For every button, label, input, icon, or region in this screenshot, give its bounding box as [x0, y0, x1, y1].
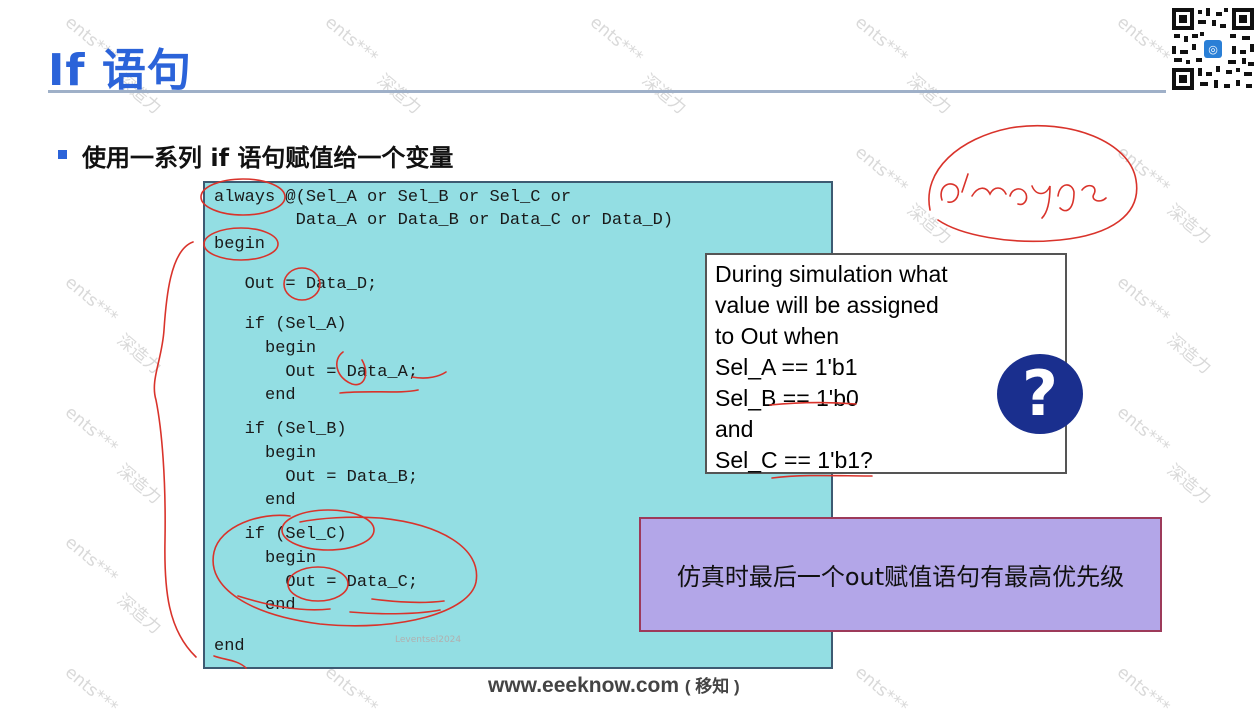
footer-site: www.eeeknow.com: [488, 674, 679, 697]
watermark: ents***: [320, 12, 382, 68]
watermark: ents***: [850, 662, 912, 718]
question-line: to Out when: [715, 323, 840, 349]
watermark: ents***: [1112, 142, 1174, 198]
watermark: ents***: [585, 12, 647, 68]
code-line: begin: [214, 339, 317, 358]
code-line: end: [214, 596, 296, 615]
bullet-text: 使用一系列 if 语句赋值给一个变量: [82, 144, 454, 172]
question-line: During simulation what: [715, 261, 948, 287]
watermark: ents***: [1112, 272, 1174, 328]
svg-text:◎: ◎: [1208, 43, 1218, 56]
question-line: Sel_C == 1'b1?: [715, 447, 873, 473]
watermark: 深造力: [1162, 330, 1215, 379]
footer-cn: ( 移知 ): [684, 677, 740, 696]
footer: www.eeeknow.com ( 移知 ): [488, 672, 740, 698]
watermark: 深造力: [112, 460, 165, 509]
question-line: value will be assigned: [715, 292, 939, 318]
watermark: 深造力: [112, 330, 165, 379]
code-line: Out = Data_C;: [214, 573, 419, 592]
watermark: ents***: [850, 142, 912, 198]
watermark: ents***: [60, 532, 122, 588]
bullet-marker: [58, 150, 67, 159]
code-line: if (Sel_C): [214, 525, 347, 544]
code-line: Out = Data_B;: [214, 468, 419, 487]
watermark: ents***: [60, 402, 122, 458]
code-line: begin: [214, 235, 266, 254]
title-divider: [48, 90, 1166, 93]
slide-title: If 语句: [48, 45, 192, 96]
code-line: begin: [214, 549, 317, 568]
watermark: 深造力: [1162, 200, 1215, 249]
code-line: end: [214, 386, 296, 405]
watermark: 深造力: [112, 590, 165, 639]
watermark: 深造力: [1162, 460, 1215, 509]
watermark: ents***: [1112, 12, 1174, 68]
code-line: end: [214, 637, 245, 656]
code-line: if (Sel_A): [214, 315, 347, 334]
code-line: begin: [214, 444, 317, 463]
code-line: end: [214, 491, 296, 510]
note-box: 仿真时最后一个out赋值语句有最高优先级: [639, 517, 1162, 632]
code-line: if (Sel_B): [214, 420, 347, 439]
code-line: always @(Sel_A or Sel_B or Sel_C or: [214, 188, 572, 207]
code-line: Out = Data_D;: [214, 275, 378, 294]
watermark: ents***: [60, 272, 122, 328]
code-line: Out = Data_A;: [214, 363, 419, 382]
note-text: 仿真时最后一个out赋值语句有最高优先级: [676, 563, 1125, 591]
code-watermark: Leventsel2024: [395, 635, 462, 645]
watermark: 深造力: [902, 200, 955, 249]
qr-code-icon: ◎: [1170, 6, 1256, 92]
watermark: ents***: [1112, 662, 1174, 718]
watermark: ents***: [850, 12, 912, 68]
watermark: ents***: [1112, 402, 1174, 458]
watermark: ents***: [60, 662, 122, 718]
question-mark-icon: ?: [997, 354, 1083, 434]
watermark: ents***: [320, 662, 382, 718]
code-line: Data_A or Data_B or Data_C or Data_D): [214, 211, 674, 230]
